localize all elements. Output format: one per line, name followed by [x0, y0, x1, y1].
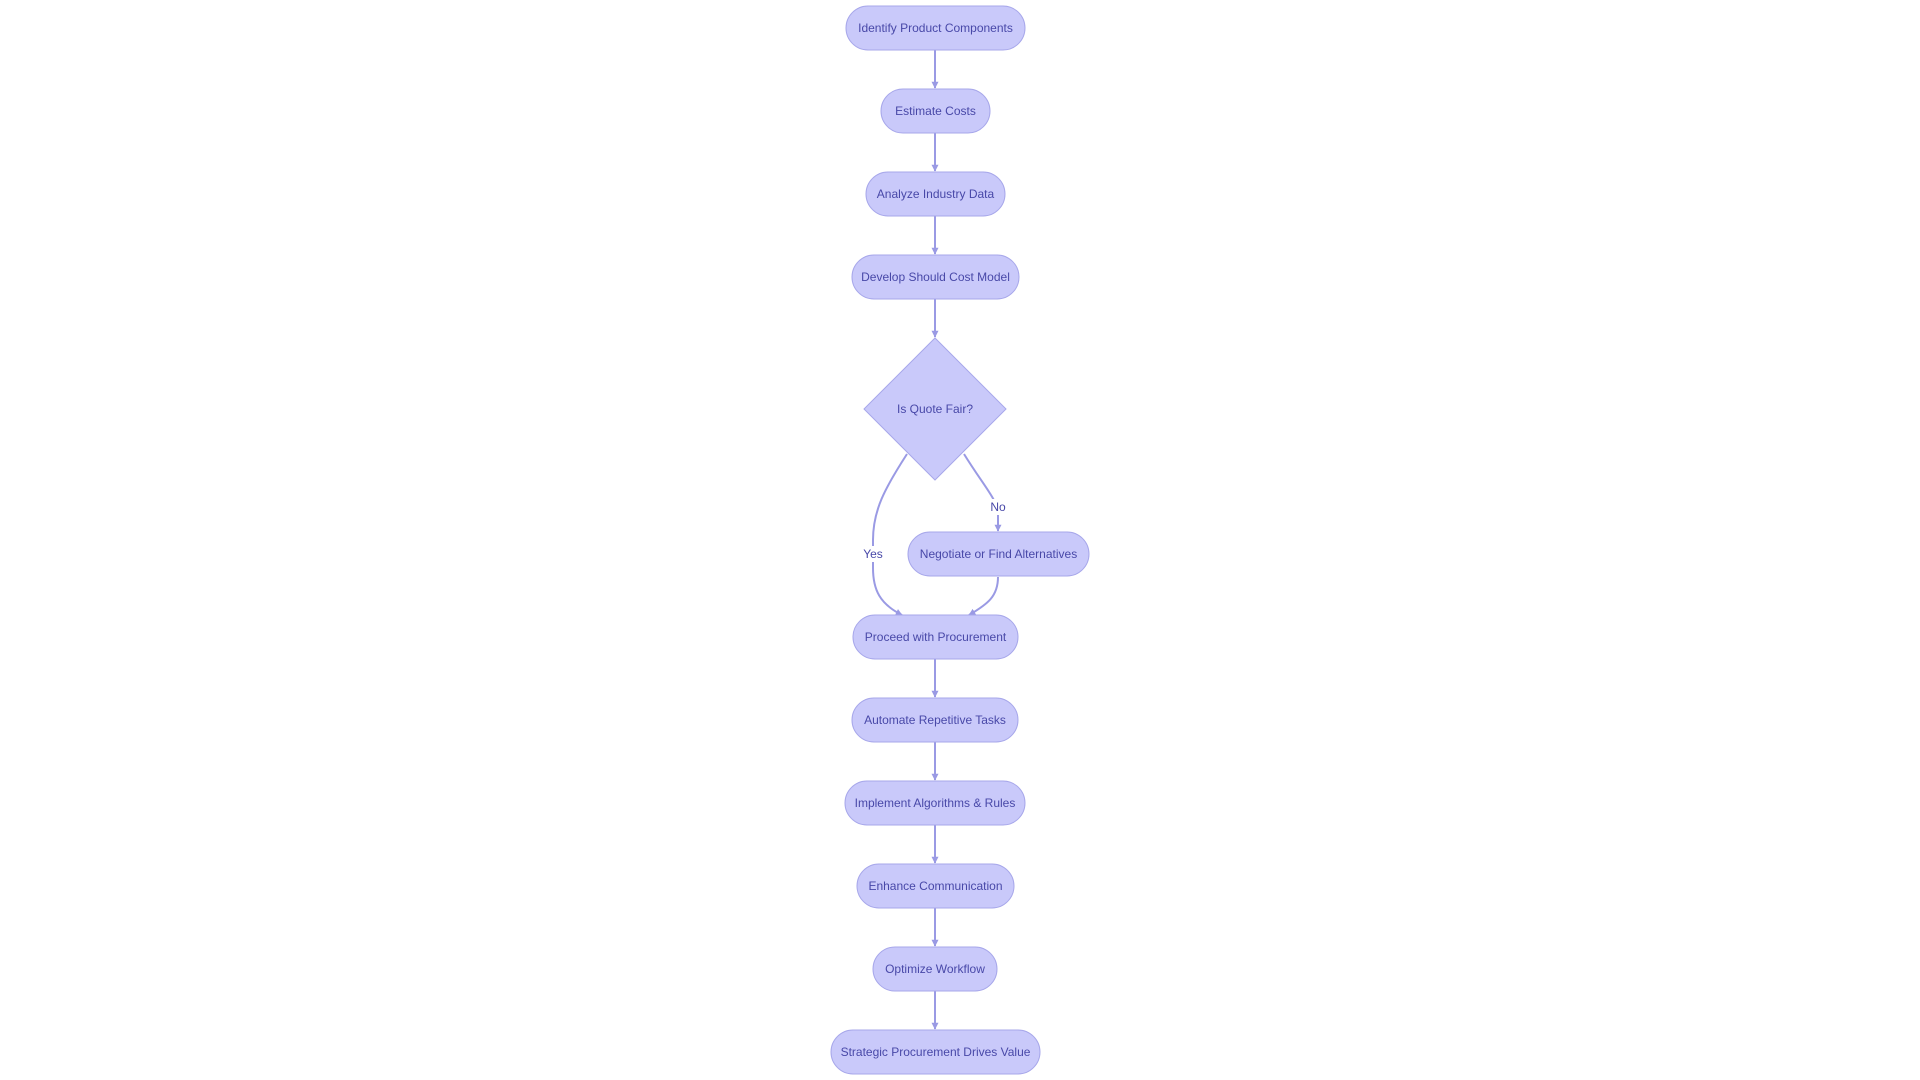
node-label: Proceed with Procurement [865, 630, 1007, 644]
node-negotiate-or-find-alternatives[interactable]: Negotiate or Find Alternatives [907, 531, 1090, 577]
edge-fair-proceed-yes [872, 453, 908, 616]
node-identify-product-components[interactable]: Identify Product Components [845, 5, 1026, 51]
node-label: Analyze Industry Data [877, 187, 995, 201]
node-label: Automate Repetitive Tasks [864, 713, 1006, 727]
node-develop-should-cost-model[interactable]: Develop Should Cost Model [851, 254, 1020, 300]
node-automate-repetitive-tasks[interactable]: Automate Repetitive Tasks [851, 697, 1019, 743]
edge-label-yes-text: Yes [863, 547, 883, 561]
node-enhance-communication[interactable]: Enhance Communication [856, 863, 1015, 909]
edge-negotiate-proceed [968, 576, 999, 616]
node-label: Estimate Costs [895, 104, 976, 118]
node-label: Negotiate or Find Alternatives [920, 547, 1077, 561]
edge-label-no-text: No [990, 500, 1006, 514]
edge-fair-negotiate-no [963, 453, 1002, 532]
node-optimize-workflow[interactable]: Optimize Workflow [872, 946, 998, 992]
node-estimate-costs[interactable]: Estimate Costs [880, 88, 991, 134]
node-label: Strategic Procurement Drives Value [841, 1045, 1031, 1059]
node-label: Implement Algorithms & Rules [855, 796, 1016, 810]
node-label: Optimize Workflow [885, 962, 985, 976]
edge-label-yes: Yes [862, 546, 884, 562]
edge-label-no: No [989, 499, 1007, 515]
node-is-quote-fair-decision[interactable]: Is Quote Fair? [863, 337, 1007, 481]
node-analyze-industry-data[interactable]: Analyze Industry Data [865, 171, 1006, 217]
node-strategic-procurement-drives-value[interactable]: Strategic Procurement Drives Value [830, 1029, 1041, 1075]
node-label: Is Quote Fair? [897, 402, 973, 416]
node-label: Identify Product Components [858, 21, 1013, 35]
nodes-layer: Identify Product Components Estimate Cos… [830, 5, 1090, 1075]
flowchart-canvas: Yes No Identify Product Components Estim… [830, 5, 1090, 1075]
node-proceed-with-procurement[interactable]: Proceed with Procurement [852, 614, 1019, 660]
node-implement-algorithms-rules[interactable]: Implement Algorithms & Rules [844, 780, 1026, 826]
node-label: Enhance Communication [868, 879, 1002, 893]
node-label: Develop Should Cost Model [861, 270, 1010, 284]
